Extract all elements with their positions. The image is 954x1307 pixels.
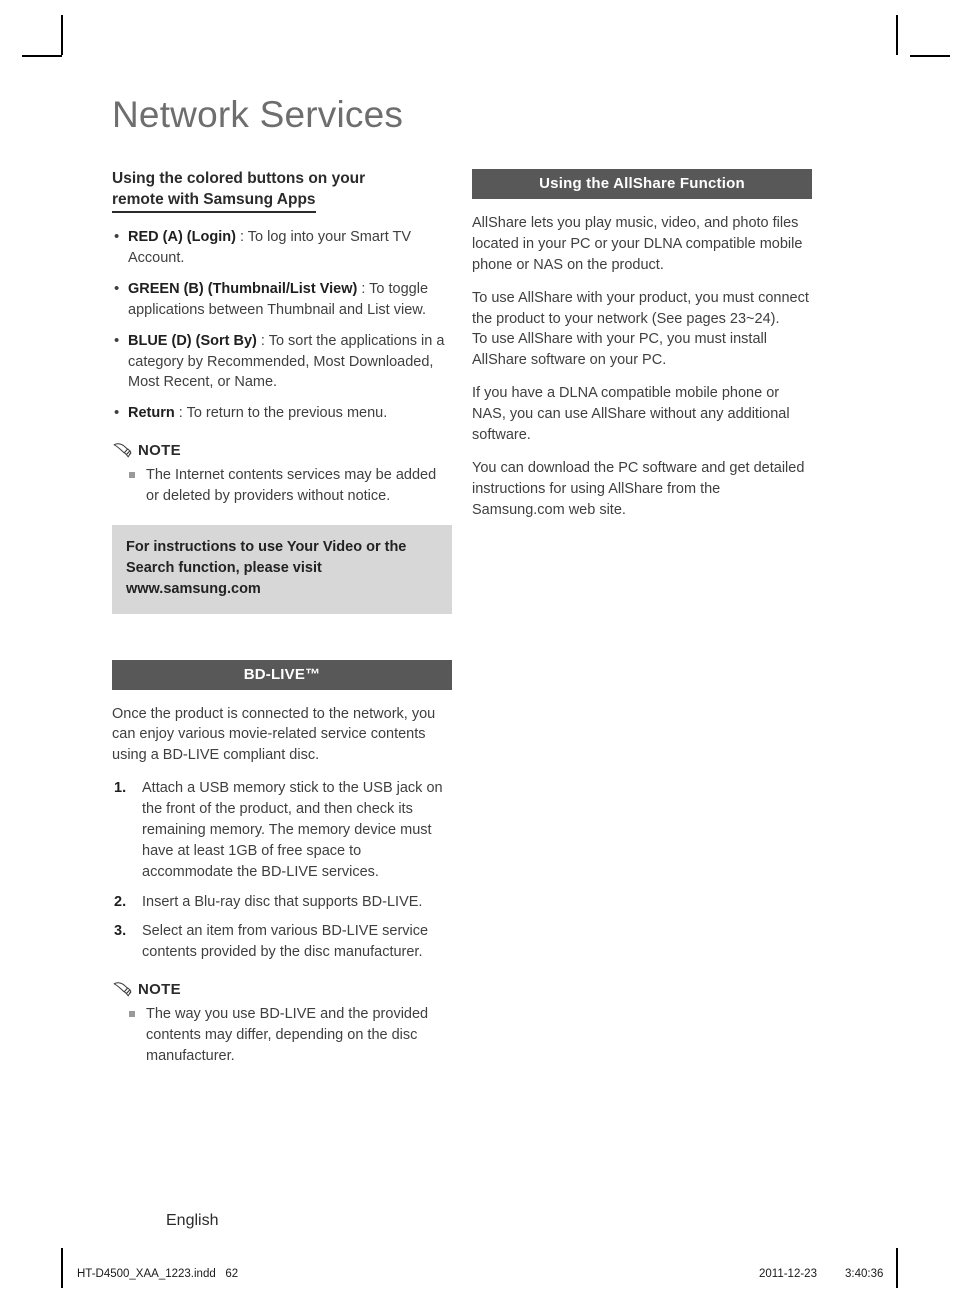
allshare-paragraph-1: AllShare lets you play music, video, and… xyxy=(472,215,803,273)
step-text: Attach a USB memory stick to the USB jac… xyxy=(142,780,443,880)
allshare-paragraph-5: You can download the PC software and get… xyxy=(472,459,805,518)
colored-buttons-list: RED (A) (Login) : To log into your Smart… xyxy=(112,226,452,424)
button-separator: : xyxy=(174,405,187,422)
allshare-paragraph-3: To use AllShare with your PC, you must i… xyxy=(472,331,767,369)
page-language-label: English xyxy=(166,1212,219,1229)
list-item: Return : To return to the previous menu. xyxy=(112,402,452,424)
note-block-internet-contents: NOTE The Internet contents services may … xyxy=(112,442,452,507)
list-item: 3. Select an item from various BD-LIVE s… xyxy=(112,921,452,963)
note-block-bdlive: NOTE The way you use BD-LIVE and the pro… xyxy=(112,981,452,1067)
note-title: NOTE xyxy=(138,442,181,460)
pencil-icon xyxy=(112,442,132,459)
note-header: NOTE xyxy=(112,981,452,998)
step-number: 2. xyxy=(114,893,127,910)
button-description: To return to the previous menu. xyxy=(186,405,388,422)
step-number: 3. xyxy=(114,923,127,940)
right-column: Using the AllShare Function AllShare let… xyxy=(472,169,812,1071)
list-item: The Internet contents services may be ad… xyxy=(112,465,452,507)
two-column-layout: Using the colored buttons on your remote… xyxy=(112,169,812,1071)
footer-time: 3:40:36 xyxy=(845,1268,884,1280)
list-item: The way you use BD-LIVE and the provided… xyxy=(112,1004,452,1067)
bdlive-section-header: BD-LIVE™ xyxy=(112,659,452,690)
list-item: RED (A) (Login) : To log into your Smart… xyxy=(112,226,452,269)
bdlive-steps-list: 1. Attach a USB memory stick to the USB … xyxy=(112,778,452,963)
list-item: BLUE (D) (Sort By) : To sort the applica… xyxy=(112,330,452,394)
footer-page-number: 62 xyxy=(225,1268,239,1280)
bdlive-intro-paragraph: Once the product is connected to the net… xyxy=(112,705,436,764)
note-items: The Internet contents services may be ad… xyxy=(112,465,452,507)
note-header: NOTE xyxy=(112,442,452,459)
colored-buttons-heading: Using the colored buttons on your remote… xyxy=(112,169,452,214)
button-separator: : xyxy=(256,332,269,349)
button-separator: : xyxy=(357,280,370,297)
footer-date: 2011-12-23 xyxy=(759,1268,817,1280)
step-text: Select an item from various BD-LIVE serv… xyxy=(142,923,429,961)
page-content: Network Services Using the colored butto… xyxy=(112,96,812,1071)
button-label: BLUE (D) (Sort By) xyxy=(128,332,257,349)
allshare-paragraph-4: If you have a DLNA compatible mobile pho… xyxy=(472,385,790,443)
button-label: GREEN (B) (Thumbnail/List View) xyxy=(128,280,358,297)
allshare-section-header: Using the AllShare Function xyxy=(472,169,812,199)
left-column: Using the colored buttons on your remote… xyxy=(112,169,452,1071)
footer-filename: HT-D4500_XAA_1223.indd xyxy=(77,1268,216,1280)
step-text: Insert a Blu-ray disc that supports BD-L… xyxy=(142,893,423,910)
colored-buttons-heading-line1: Using the colored buttons on your xyxy=(112,170,366,187)
list-item: GREEN (B) (Thumbnail/List View) : To tog… xyxy=(112,278,452,321)
list-item: 2. Insert a Blu-ray disc that supports B… xyxy=(112,892,452,913)
chapter-title: Network Services xyxy=(112,94,404,135)
button-separator: : xyxy=(235,229,248,246)
allshare-paragraph-2: To use AllShare with your product, you m… xyxy=(472,289,809,327)
pencil-icon xyxy=(112,981,132,998)
step-number: 1. xyxy=(114,780,127,797)
button-label: RED (A) (Login) xyxy=(128,229,236,246)
callout-box-your-video-search: For instructions to use Your Video or th… xyxy=(112,524,452,614)
list-item: 1. Attach a USB memory stick to the USB … xyxy=(112,778,452,882)
button-label: Return xyxy=(128,405,175,422)
manual-page: Network Services Using the colored butto… xyxy=(0,0,954,1307)
note-items: The way you use BD-LIVE and the provided… xyxy=(112,1004,452,1067)
colored-buttons-heading-line2: remote with Samsung Apps xyxy=(112,190,316,214)
footer-file-info: HT-D4500_XAA_1223.indd 62 xyxy=(77,1268,238,1280)
note-title: NOTE xyxy=(138,981,181,999)
